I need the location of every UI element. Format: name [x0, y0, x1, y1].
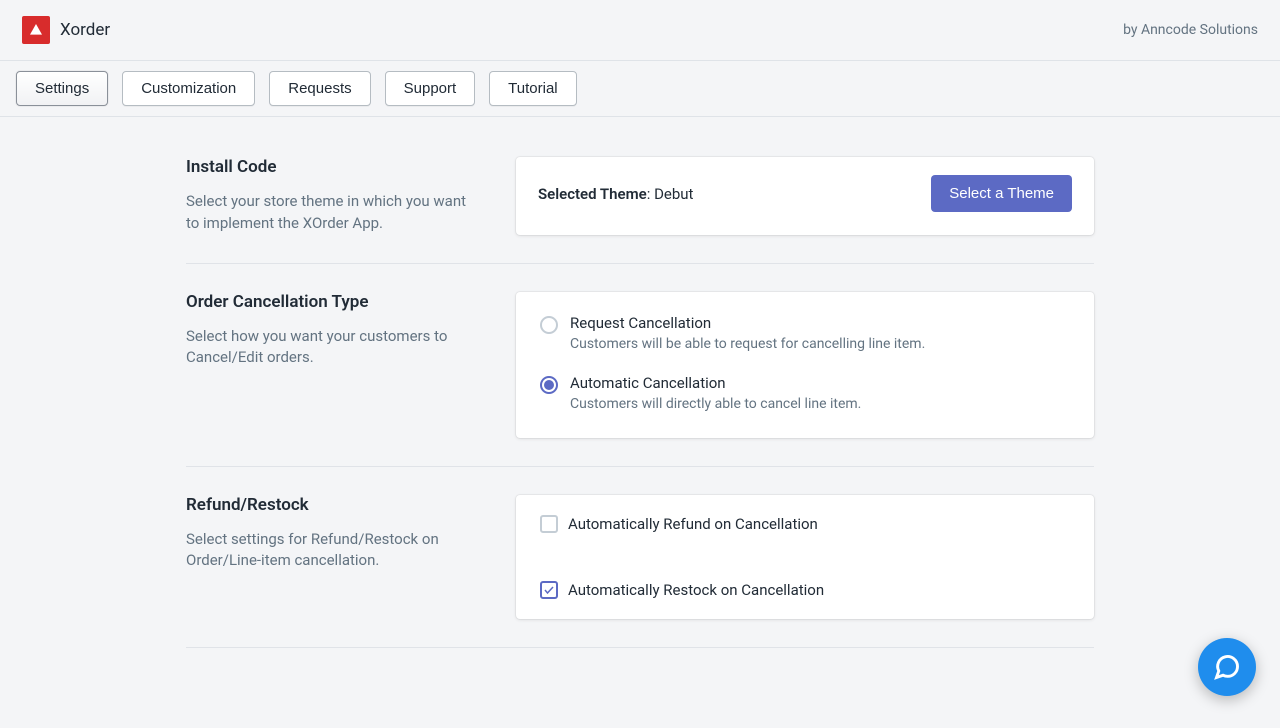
section-info: Refund/Restock Select settings for Refun…	[186, 495, 476, 619]
section-info: Install Code Select your store theme in …	[186, 157, 476, 235]
chat-fab[interactable]	[1198, 638, 1256, 696]
tab-settings[interactable]: Settings	[16, 71, 108, 106]
cancellation-card: Request Cancellation Customers will be a…	[516, 292, 1094, 438]
tab-support[interactable]: Support	[385, 71, 476, 106]
checkbox-auto-refund[interactable]: Automatically Refund on Cancellation	[540, 515, 818, 533]
checkbox-label: Automatically Refund on Cancellation	[568, 515, 818, 533]
refund-card: Automatically Refund on Cancellation Aut…	[516, 495, 1094, 619]
section-desc: Select how you want your customers to Ca…	[186, 326, 476, 370]
by-line: by Anncode Solutions	[1123, 22, 1258, 38]
checkbox-icon	[540, 515, 558, 533]
page-content: Install Code Select your store theme in …	[170, 117, 1110, 728]
section-cancellation-type: Order Cancellation Type Select how you w…	[186, 264, 1094, 467]
card-row: Selected Theme: Debut Select a Theme	[516, 157, 1094, 230]
tab-bar: Settings Customization Requests Support …	[0, 61, 1280, 117]
radio-label: Request Cancellation	[570, 314, 925, 332]
section-info: Order Cancellation Type Select how you w…	[186, 292, 476, 438]
radio-icon	[540, 376, 558, 394]
install-code-card: Selected Theme: Debut Select a Theme	[516, 157, 1094, 235]
header-left: Xorder	[22, 16, 110, 44]
selected-theme-text: Selected Theme: Debut	[538, 185, 693, 203]
section-install-code: Install Code Select your store theme in …	[186, 147, 1094, 264]
section-title: Refund/Restock	[186, 495, 476, 515]
app-header: Xorder by Anncode Solutions	[0, 0, 1280, 61]
radio-request-cancellation[interactable]: Request Cancellation Customers will be a…	[540, 314, 1070, 352]
radio-icon	[540, 316, 558, 334]
section-title: Order Cancellation Type	[186, 292, 476, 312]
selected-theme-value: Debut	[654, 185, 693, 203]
tab-tutorial[interactable]: Tutorial	[489, 71, 576, 106]
checkbox-row: Automatically Refund on Cancellation Aut…	[516, 495, 1094, 619]
radio-group: Request Cancellation Customers will be a…	[516, 292, 1094, 438]
section-desc: Select settings for Refund/Restock on Or…	[186, 529, 476, 573]
app-name: Xorder	[60, 20, 110, 40]
chat-icon	[1213, 653, 1241, 681]
checkbox-label: Automatically Restock on Cancellation	[568, 581, 824, 599]
section-desc: Select your store theme in which you wan…	[186, 191, 476, 235]
checkbox-icon	[540, 581, 558, 599]
tab-customization[interactable]: Customization	[122, 71, 255, 106]
section-refund-restock: Refund/Restock Select settings for Refun…	[186, 467, 1094, 648]
select-theme-button[interactable]: Select a Theme	[931, 175, 1072, 212]
radio-desc: Customers will be able to request for ca…	[570, 336, 925, 352]
checkbox-auto-restock[interactable]: Automatically Restock on Cancellation	[540, 581, 824, 599]
radio-desc: Customers will directly able to cancel l…	[570, 396, 861, 412]
selected-theme-label: Selected Theme	[538, 185, 647, 203]
app-logo-icon	[22, 16, 50, 44]
section-title: Install Code	[186, 157, 476, 177]
radio-label: Automatic Cancellation	[570, 374, 861, 392]
radio-automatic-cancellation[interactable]: Automatic Cancellation Customers will di…	[540, 374, 1070, 412]
tab-requests[interactable]: Requests	[269, 71, 370, 106]
